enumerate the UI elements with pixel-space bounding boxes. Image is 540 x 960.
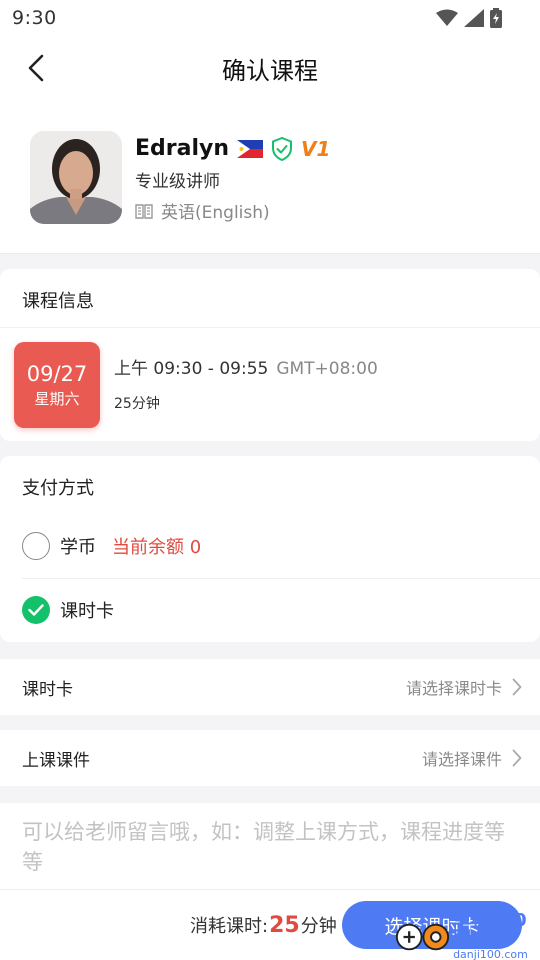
teacher-language-row: 英语(English) (135, 198, 270, 223)
consume-summary: 消耗课时: 25 分钟 (190, 912, 337, 938)
signal-icon (464, 9, 484, 27)
class-hour-card-label: 课时卡 (22, 679, 73, 700)
watermark-text-group: 单机100网 danji100.com (453, 912, 540, 960)
payment-option-label: 学币 (60, 537, 96, 558)
battery-icon (490, 8, 502, 28)
watermark-sub: danji100.com (453, 948, 528, 960)
teacher-title: 专业级讲师 (135, 172, 220, 192)
payment-option-class-card[interactable]: 课时卡 (22, 596, 114, 624)
consume-value: 25 (269, 913, 300, 938)
radio-checked[interactable] (22, 596, 50, 624)
class-hour-card-placeholder: 请选择课时卡 (405, 679, 502, 698)
radio-unchecked[interactable] (22, 532, 50, 560)
course-time-row: 上午 09:30 - 09:55 GMT+08:00 (114, 354, 378, 379)
level-badge: V1 (301, 136, 331, 161)
course-date: 09/27 (26, 362, 88, 386)
teacher-avatar (30, 131, 122, 224)
date-tile: 09/27 星期六 (14, 342, 100, 428)
chevron-right-icon (512, 678, 522, 696)
teacher-name: Edralyn (135, 136, 230, 161)
payment-title: 支付方式 (22, 478, 94, 499)
course-info-title: 课程信息 (22, 291, 94, 312)
status-time: 9:30 (12, 7, 57, 29)
check-icon (28, 604, 44, 616)
status-bar: 9:30 (0, 0, 540, 36)
message-input[interactable] (22, 817, 518, 875)
class-hour-card-row[interactable]: 课时卡 请选择课时卡 (0, 659, 540, 715)
wifi-icon (436, 9, 458, 26)
consume-prefix: 消耗课时: (190, 916, 269, 937)
divider (0, 327, 540, 328)
consume-unit: 分钟 (300, 916, 337, 937)
class-hour-card-value: 请选择课时卡 (406, 675, 522, 699)
philippines-flag-icon (237, 139, 264, 158)
courseware-label: 上课课件 (22, 750, 90, 771)
level-badge-icon: V1 (301, 137, 330, 161)
courseware-placeholder: 请选择课件 (421, 750, 502, 769)
watermark-text: 单机100网 (453, 910, 527, 949)
back-button[interactable] (18, 50, 54, 86)
course-info-card: 课程信息 09/27 星期六 上午 09:30 - 09:55 GMT+08:0… (0, 269, 540, 441)
teacher-language: 英语(English) (161, 203, 270, 223)
message-area (0, 803, 540, 889)
course-timezone: GMT+08:00 (276, 359, 378, 379)
course-duration: 25分钟 (114, 396, 160, 412)
back-arrow-icon (28, 54, 44, 82)
teacher-name-row: Edralyn V1 (135, 136, 330, 161)
nav-bar: 确认课程 (0, 36, 540, 100)
page-title: 确认课程 (222, 56, 318, 85)
book-icon (135, 203, 153, 219)
course-weekday: 星期六 (34, 390, 80, 408)
course-time-range: 上午 09:30 - 09:55 (114, 359, 269, 379)
chevron-right-icon (512, 749, 522, 767)
payment-option-label: 课时卡 (60, 601, 114, 622)
courseware-row[interactable]: 上课课件 请选择课件 (0, 730, 540, 786)
teacher-card[interactable]: Edralyn V1 专业级讲师 英语(English) (0, 100, 540, 254)
status-icons (436, 8, 502, 28)
watermark-logo-icon (395, 923, 450, 950)
balance-note: 当前余额 0 (112, 537, 202, 558)
courseware-value: 请选择课件 (422, 746, 522, 770)
payment-option-coin[interactable]: 学币 当前余额 0 (22, 532, 201, 560)
divider (22, 578, 540, 579)
verified-shield-icon (272, 136, 293, 161)
watermark: 单机100网 danji100.com (394, 912, 540, 960)
